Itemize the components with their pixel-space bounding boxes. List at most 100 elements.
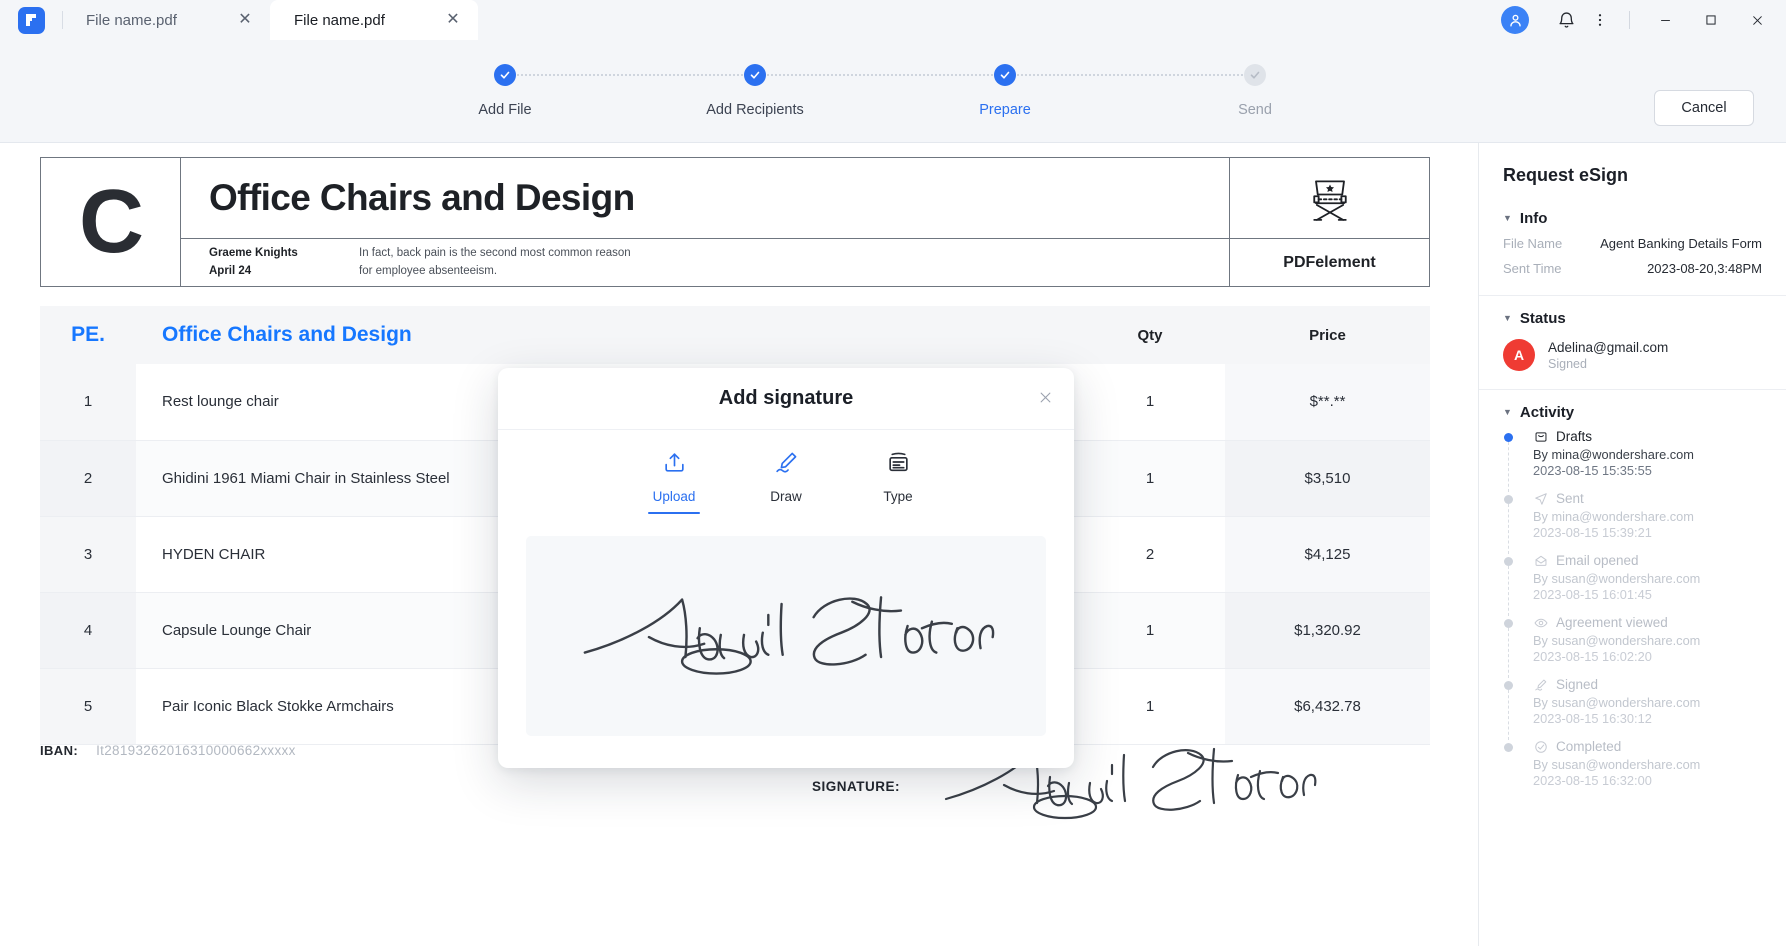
cell-price: $1,320.92	[1225, 592, 1430, 669]
document-brand-block: PDFelement	[1229, 158, 1429, 286]
bell-icon[interactable]	[1549, 0, 1583, 40]
header-num: PE.	[40, 306, 136, 364]
steps-bar: Add File Add Recipients Prepare Send Can…	[0, 40, 1786, 143]
activity-title-row: Signed	[1533, 677, 1762, 692]
document-subheader: Graeme Knights April 24 In fact, back pa…	[181, 239, 1229, 286]
document-note: In fact, back pain is the second most co…	[359, 245, 631, 281]
step-prepare[interactable]: Prepare	[880, 64, 1130, 118]
cell-qty: 1	[1075, 364, 1225, 441]
list-item[interactable]: Email opened By susan@wondershare.com 20…	[1503, 553, 1762, 616]
cell-qty: 1	[1075, 592, 1225, 669]
list-item[interactable]: Signed By susan@wondershare.com 2023-08-…	[1503, 677, 1762, 740]
step-label: Add Recipients	[706, 102, 804, 118]
signature-preview-canvas[interactable]	[526, 536, 1046, 736]
activity-by: By susan@wondershare.com	[1533, 571, 1701, 586]
chevron-down-icon: ▼	[1503, 213, 1512, 223]
step-connector-1	[505, 74, 755, 76]
step-connector-2	[755, 74, 1005, 76]
cancel-button[interactable]: Cancel	[1654, 90, 1754, 126]
titlebar-separator	[1629, 11, 1630, 29]
activity-by: By susan@wondershare.com	[1533, 695, 1701, 710]
upload-icon	[662, 450, 687, 480]
step-check-icon	[1244, 64, 1266, 86]
tab-label: Upload	[652, 489, 696, 504]
activity-section-header[interactable]: ▼ Activity	[1479, 394, 1786, 425]
minimize-button[interactable]	[1642, 0, 1688, 40]
step-send[interactable]: Send	[1130, 64, 1380, 118]
titlebar-controls	[1501, 0, 1786, 40]
cell-num: 1	[40, 364, 136, 441]
user-avatar-icon[interactable]	[1501, 6, 1529, 34]
keyboard-type-icon	[886, 450, 911, 480]
table-header-row: PE. Office Chairs and Design Qty Price	[40, 306, 1430, 364]
tab-divider	[62, 11, 63, 29]
list-item[interactable]: Sent By mina@wondershare.com 2023-08-15 …	[1503, 491, 1762, 554]
activity-time: 2023-08-15 16:01:45	[1533, 587, 1652, 602]
step-add-file[interactable]: Add File	[380, 64, 630, 118]
tab-close-icon[interactable]: ✕	[442, 9, 464, 31]
iban-label: IBAN:	[40, 743, 79, 758]
tab-label: File name.pdf	[86, 11, 177, 29]
info-row-sent-time: Sent Time 2023-08-20,3:48PM	[1479, 256, 1786, 281]
activity-by: By susan@wondershare.com	[1533, 633, 1701, 648]
cell-qty: 1	[1075, 440, 1225, 517]
tab-file-1[interactable]: File name.pdf ✕	[62, 0, 270, 40]
app-window: File name.pdf ✕ File name.pdf ✕ Add File…	[0, 0, 1786, 946]
step-check-icon	[494, 64, 516, 86]
activity-time: 2023-08-15 16:32:00	[1533, 773, 1652, 788]
info-key: Sent Time	[1503, 261, 1562, 276]
signature-method-tabs: Upload Draw Type	[498, 430, 1074, 514]
maximize-button[interactable]	[1688, 0, 1734, 40]
avatar: A	[1503, 339, 1535, 371]
more-vertical-icon[interactable]	[1583, 0, 1617, 40]
step-check-icon	[744, 64, 766, 86]
info-heading: Info	[1519, 210, 1548, 227]
close-icon[interactable]	[1032, 384, 1058, 410]
status-recipient-row[interactable]: A Adelina@gmail.com Signed	[1479, 331, 1786, 375]
activity-title: Sent	[1556, 491, 1584, 506]
tab-type[interactable]: Type	[863, 450, 933, 514]
panel-divider	[1479, 389, 1786, 390]
tab-upload[interactable]: Upload	[639, 450, 709, 514]
tab-draw[interactable]: Draw	[751, 450, 821, 514]
document-monogram: C	[41, 158, 181, 286]
author-name: Graeme Knights	[209, 247, 298, 260]
cell-qty: 1	[1075, 668, 1225, 745]
list-item[interactable]: Drafts By mina@wondershare.com 2023-08-1…	[1503, 429, 1762, 492]
activity-title-row: Email opened	[1533, 553, 1762, 568]
list-item[interactable]: Completed By susan@wondershare.com 2023-…	[1503, 739, 1762, 801]
list-item[interactable]: Agreement viewed By susan@wondershare.co…	[1503, 615, 1762, 678]
activity-title: Email opened	[1556, 553, 1639, 568]
cell-num: 5	[40, 668, 136, 745]
author-date: April 24	[209, 264, 252, 277]
info-value: Agent Banking Details Form	[1600, 236, 1762, 251]
dialog-title: Add signature	[718, 387, 854, 409]
document-title: Office Chairs and Design	[181, 158, 1229, 239]
pen-draw-icon	[774, 450, 799, 480]
status-section-header[interactable]: ▼ Status	[1479, 300, 1786, 331]
cell-qty: 2	[1075, 516, 1225, 593]
envelope-open-icon	[1533, 553, 1548, 568]
chevron-down-icon: ▼	[1503, 313, 1512, 323]
cell-num: 4	[40, 592, 136, 669]
cell-price: $6,432.78	[1225, 668, 1430, 745]
tab-file-2[interactable]: File name.pdf ✕	[270, 0, 478, 40]
close-window-button[interactable]	[1734, 0, 1780, 40]
step-label: Send	[1238, 102, 1272, 118]
activity-heading: Activity	[1519, 404, 1575, 421]
tab-close-icon[interactable]: ✕	[234, 9, 256, 31]
cell-price: $**.**	[1225, 364, 1430, 441]
note-line-2: for employee absenteeism.	[359, 264, 498, 277]
activity-title: Drafts	[1556, 429, 1593, 444]
step-label: Prepare	[979, 102, 1031, 118]
tab-label: File name.pdf	[294, 11, 385, 29]
activity-title-row: Drafts	[1533, 429, 1762, 444]
dialog-header: Add signature	[498, 368, 1074, 430]
tab-label: Type	[883, 489, 913, 504]
step-add-recipients[interactable]: Add Recipients	[630, 64, 880, 118]
signature-preview-image	[583, 596, 995, 675]
header-qty: Qty	[1075, 306, 1225, 364]
info-section-header[interactable]: ▼ Info	[1479, 200, 1786, 231]
signature-label: SIGNATURE:	[812, 779, 900, 794]
cell-price: $4,125	[1225, 516, 1430, 593]
